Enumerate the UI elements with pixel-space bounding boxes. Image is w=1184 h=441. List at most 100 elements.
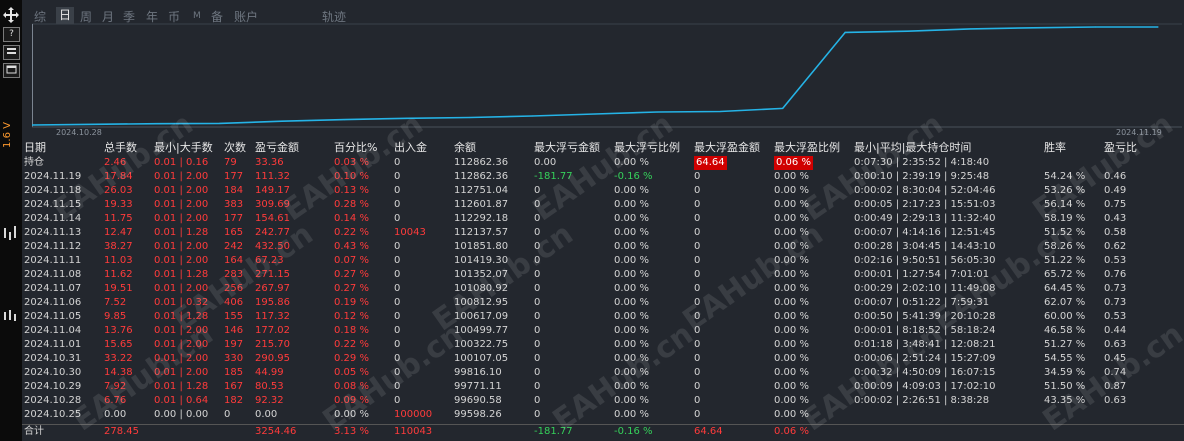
cell-date: 2024.10.31 [24, 353, 82, 364]
cell-pnl: 242.77 [255, 227, 290, 238]
cell-max-float-loss: 0 [534, 283, 541, 294]
cell-min-max-lots: 0.01 | 2.00 [154, 367, 209, 378]
cell-min-max-lots: 0.01 | 2.00 [154, 213, 209, 224]
cell-hold-time: 0:00:07 | 4:14:16 | 12:51:45 [854, 227, 996, 238]
cell-pnl: 432.50 [255, 241, 290, 252]
cell-win-rate: 54.24 % [1044, 171, 1086, 182]
cell-min-max-lots: 0.01 | 1.28 [154, 227, 209, 238]
column-header-pl-ratio[interactable]: 盈亏比 [1104, 141, 1137, 155]
layout-icon[interactable] [3, 45, 20, 60]
cell-total-lots: 11.03 [104, 255, 133, 266]
tab-magic[interactable]: M [193, 11, 201, 21]
table-header: 日期 总手数 最小|大手数 次数 盈亏金额 百分比% 出入金 余额 最大浮亏金额 最大浮亏比例 最大… [22, 141, 1184, 155]
help-icon[interactable]: ? [3, 27, 20, 42]
cell-total-lots: 9.85 [104, 311, 127, 322]
total-max-float-loss-pct: -0.16 % [614, 426, 653, 437]
table-row[interactable]: 2024.11.01 15.65 0.01 | 2.00 197 215.70 0.22 … [22, 338, 1184, 352]
table-row[interactable]: 2024.11.06 7.52 0.01 | 0.32 406 195.86 0.19 %… [22, 296, 1184, 310]
cell-total-lots: 19.51 [104, 283, 133, 294]
column-header-hold-time[interactable]: 最小|平均|最大持仓时间 [854, 141, 971, 155]
cell-min-max-lots: 0.01 | 2.00 [154, 241, 209, 252]
x-axis-start-label: 2024.10.28 [56, 128, 102, 137]
table-row[interactable]: 2024.11.11 11.03 0.01 | 2.00 164 67.23 0.07 %… [22, 254, 1184, 268]
cell-total-lots: 7.52 [104, 297, 127, 308]
open-positions-row[interactable]: 持仓 2.46 0.01 | 0.16 79 33.36 0.03 % 0 112862.36… [22, 156, 1184, 170]
table-row[interactable]: 2024.11.19 17.84 0.01 | 2.00 177 111.32 0.10 … [22, 170, 1184, 184]
cell-pnl: 154.61 [255, 213, 290, 224]
cell-max-float-profit: 0 [694, 241, 701, 252]
table-row[interactable]: 2024.11.08 11.62 0.01 | 1.28 283 271.15 0.27 … [22, 268, 1184, 282]
table-row[interactable]: 2024.10.25 0.00 0.00 | 0.00 0 0.00 0.00 % 1000… [22, 408, 1184, 422]
cell-hold-time: 0:00:02 | 8:30:04 | 52:04:46 [854, 185, 996, 196]
cell-pl-ratio: 0.58 [1104, 227, 1127, 238]
cell-balance: 100812.95 [454, 297, 509, 308]
cell-pnl: 67.23 [255, 255, 284, 266]
column-header-count[interactable]: 次数 [224, 141, 246, 155]
column-header-max-float-profit[interactable]: 最大浮盈金额 [694, 141, 760, 155]
move-icon[interactable] [2, 6, 20, 24]
column-header-percent[interactable]: 百分比% [334, 141, 377, 155]
cell-balance: 112292.18 [454, 213, 509, 224]
column-header-balance[interactable]: 余额 [454, 141, 476, 155]
table-row[interactable]: 2024.11.05 9.85 0.01 | 1.28 155 117.32 0.12 %… [22, 310, 1184, 324]
cell-pnl: 309.69 [255, 199, 290, 210]
cell-max-float-loss-pct: 0.00 % [614, 227, 649, 238]
cell-max-float-loss: 0 [534, 325, 541, 336]
table-row[interactable]: 2024.11.07 19.51 0.01 | 2.00 256 267.97 0.27 … [22, 282, 1184, 296]
cell-percent: 0.22 % [334, 227, 369, 238]
total-percent: 3.13 % [334, 426, 369, 437]
table-row[interactable]: 2024.11.04 13.76 0.01 | 2.00 146 177.02 0.18 … [22, 324, 1184, 338]
table-row[interactable]: 2024.11.12 38.27 0.01 | 2.00 242 432.50 0.43 … [22, 240, 1184, 254]
table-row[interactable]: 2024.10.31 33.22 0.01 | 2.00 330 290.95 0.29 … [22, 352, 1184, 366]
cell-balance: 101851.80 [454, 241, 509, 252]
column-header-win-rate[interactable]: 胜率 [1044, 141, 1066, 155]
column-header-total-lots[interactable]: 总手数 [104, 141, 137, 155]
window-icon[interactable] [3, 63, 20, 78]
equity-point-2024.11.12 [782, 107, 784, 109]
cell-min-max-lots: 0.01 | 2.00 [154, 199, 209, 210]
cell-date: 2024.11.18 [24, 185, 82, 196]
cell-max-float-profit: 64.64 [694, 156, 727, 170]
cell-pl-ratio: 0.73 [1104, 283, 1127, 294]
cell-pnl: 92.32 [255, 395, 284, 406]
cell-max-float-profit: 0 [694, 367, 701, 378]
column-header-date[interactable]: 日期 [24, 141, 46, 155]
equity-point-2024.11.08 [656, 111, 659, 113]
cell-max-float-profit-pct: 0.00 % [774, 185, 809, 196]
table-row[interactable]: 2024.11.18 26.03 0.01 | 2.00 184 149.17 0.13 … [22, 184, 1184, 198]
cell-pl-ratio: 0.62 [1104, 241, 1127, 252]
cell-count: 182 [224, 395, 244, 406]
table-row[interactable]: 2024.10.29 7.92 0.01 | 1.28 167 80.53 0.08 % 0… [22, 380, 1184, 394]
column-header-max-float-profit-pct[interactable]: 最大浮盈比例 [774, 141, 840, 155]
table-row[interactable]: 2024.11.14 11.75 0.01 | 2.00 177 154.61 0.14 … [22, 212, 1184, 226]
cell-balance: 112137.57 [454, 227, 509, 238]
equity-point-2024.10.28 [93, 123, 96, 125]
app-window: ? 1.6 V 综 日 周 月 季 年 币 M 备 账户 轨迹 2024.10.… [0, 0, 1184, 441]
tab-day[interactable]: 日 [56, 7, 75, 24]
cell-max-float-loss-pct: 0.00 % [614, 255, 649, 266]
cell-max-float-loss-pct: 0.00 % [614, 157, 649, 168]
column-header-max-float-loss[interactable]: 最大浮亏金额 [534, 141, 600, 155]
column-header-pnl[interactable]: 盈亏金额 [255, 141, 299, 155]
table-row[interactable]: 2024.10.28 6.76 0.01 | 0.64 182 92.32 0.09 % 0… [22, 394, 1184, 408]
cell-balance: 100617.09 [454, 311, 509, 322]
cell-deposit: 0 [394, 255, 401, 266]
cell-total-lots: 13.76 [104, 325, 133, 336]
cell-min-max-lots: 0.01 | 0.32 [154, 297, 209, 308]
table-row[interactable]: 2024.11.15 19.33 0.01 | 2.00 383 309.69 0.28 … [22, 198, 1184, 212]
column-header-max-float-loss-pct[interactable]: 最大浮亏比例 [614, 141, 680, 155]
table-row[interactable]: 2024.11.13 12.47 0.01 | 1.28 165 242.77 0.22 … [22, 226, 1184, 240]
cell-total-lots: 11.62 [104, 269, 133, 280]
cell-deposit: 0 [394, 367, 401, 378]
cell-win-rate: 51.27 % [1044, 339, 1086, 350]
column-header-min-max-lots[interactable]: 最小|大手数 [154, 141, 213, 155]
cell-count: 184 [224, 185, 244, 196]
cell-count: 283 [224, 269, 244, 280]
cell-pnl: 0.00 [255, 409, 278, 420]
cell-max-float-loss-pct: 0.00 % [614, 339, 649, 350]
column-header-deposit[interactable]: 出入金 [394, 141, 427, 155]
cell-max-float-loss: 0 [534, 227, 541, 238]
cell-min-max-lots: 0.01 | 1.28 [154, 311, 209, 322]
cell-max-float-profit-pct: 0.00 % [774, 269, 809, 280]
table-row[interactable]: 2024.10.30 14.38 0.01 | 2.00 185 44.99 0.05 %… [22, 366, 1184, 380]
